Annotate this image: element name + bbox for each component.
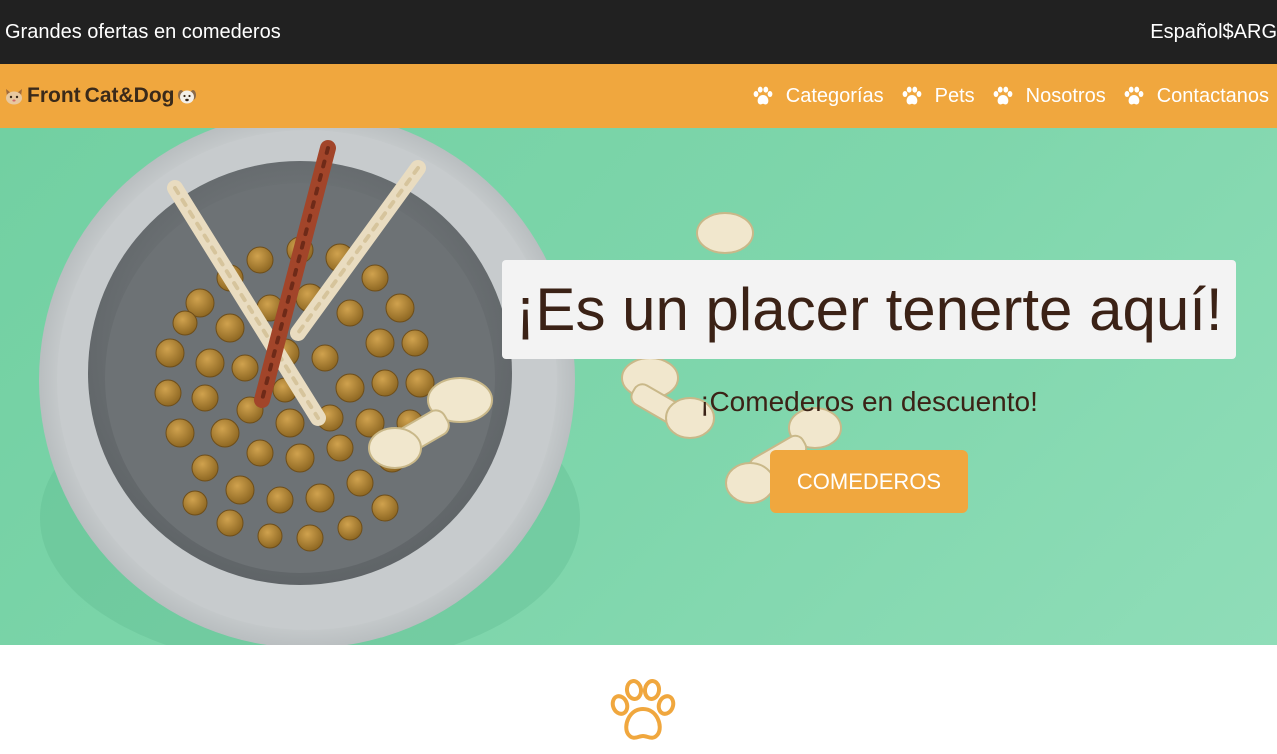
- brand-name-front: Front: [27, 84, 81, 107]
- nav-links: Categorías Pets Nosotros Contactanos: [735, 85, 1277, 108]
- paw-icon: [902, 86, 922, 105]
- paw-icon: [753, 86, 773, 105]
- nav-item-label: Nosotros: [1025, 84, 1106, 107]
- hero-title: ¡Es un placer tenerte aquí!: [502, 260, 1236, 359]
- brand-logo[interactable]: Front Cat&Dog: [0, 84, 197, 108]
- language-selector[interactable]: Español: [1150, 21, 1222, 44]
- top-announcement-bar: Grandes ofertas en comederos Español $AR…: [0, 0, 1277, 64]
- paw-icon: [1124, 86, 1144, 105]
- nav-item-nosotros[interactable]: Nosotros: [992, 85, 1106, 108]
- paw-icon: [993, 86, 1013, 105]
- main-navbar: Front Cat&Dog Categorías Pets Nosotros C…: [0, 64, 1277, 128]
- comederos-button[interactable]: COMEDEROS: [770, 450, 968, 513]
- nav-item-label: Contactanos: [1156, 84, 1269, 107]
- cat-face-icon: [6, 89, 22, 105]
- currency-selector[interactable]: $ARG: [1223, 21, 1277, 44]
- nav-item-categorias[interactable]: Categorías: [752, 85, 884, 108]
- nav-item-label: Pets: [934, 84, 975, 107]
- dog-face-icon: [178, 90, 197, 104]
- nav-item-pets[interactable]: Pets: [901, 85, 975, 108]
- paw-outline-icon: [610, 679, 676, 740]
- promo-text: Grandes ofertas en comederos: [5, 20, 281, 43]
- nav-item-label: Categorías: [785, 84, 884, 107]
- locale-selectors: Español $ARG: [1150, 21, 1277, 44]
- brand-name-catdog: Cat&Dog: [84, 84, 175, 107]
- hero-banner: ¡Es un placer tenerte aquí! ¡Comederos e…: [0, 128, 1277, 645]
- nav-item-contactanos[interactable]: Contactanos: [1123, 85, 1269, 108]
- hero-subtitle: ¡Comederos en descuento!: [700, 386, 1038, 417]
